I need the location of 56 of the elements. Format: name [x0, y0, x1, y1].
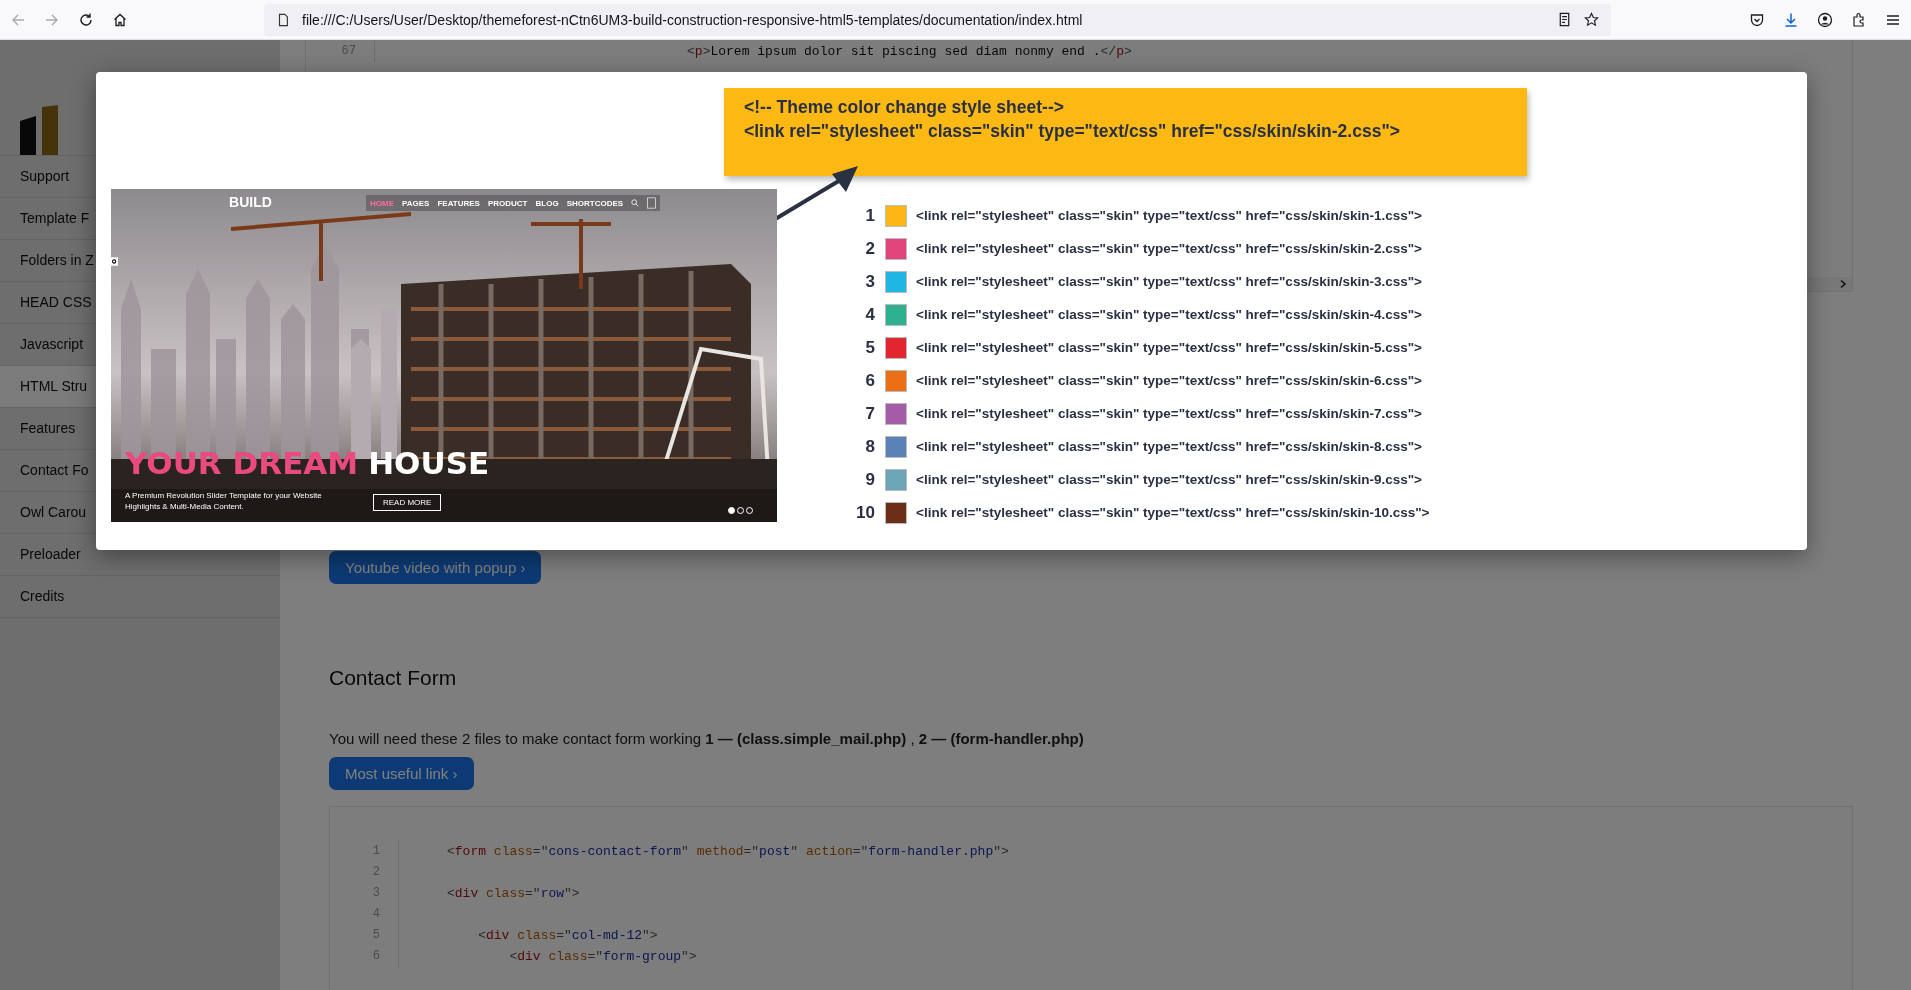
code-line: <div class="row"> [447, 886, 580, 901]
skin-number: 5 [864, 337, 875, 358]
nav-link[interactable]: PAGES [402, 198, 430, 208]
code-line: <div class="form-group"> [508, 949, 697, 964]
skin-number: 10 [855, 502, 875, 523]
skin-number: 8 [864, 436, 875, 457]
most-useful-link-button[interactable]: Most useful link › [329, 757, 474, 790]
skin-number: 6 [864, 370, 875, 391]
skin-number: 2 [864, 238, 875, 259]
site-logo: BUILD [229, 194, 272, 210]
reload-icon[interactable] [78, 11, 94, 28]
section-text: You will need these 2 files to make contact form working 1 — (class.simple_mail.php) , 2 — (form-handler.php) [329, 730, 1085, 747]
address-bar[interactable]: file:///C:/Users/User/Desktop/themeforest-nCtn6UM3-build-construction-responsive-html5-templates/documentation/index.html [264, 3, 1611, 36]
account-icon[interactable] [1817, 11, 1833, 28]
skin-code: <link rel="stylesheet" class="skin" type="text/css" href="css/skin/skin-10.css"> [916, 505, 1430, 520]
youtube-video-button[interactable]: Youtube video with popup › [329, 551, 542, 584]
home-icon[interactable] [112, 11, 128, 28]
skin-code: <link rel="stylesheet" class="skin" type="text/css" href="css/skin/skin-3.css"> [916, 274, 1422, 289]
page-icon [276, 12, 290, 27]
skin-code: <link rel="stylesheet" class="skin" type="text/css" href="css/skin/skin-7.css"> [916, 406, 1422, 421]
skin-code: <link rel="stylesheet" class="skin" type="text/css" href="css/skin/skin-6.css"> [916, 373, 1422, 388]
buildings-logo-icon [20, 105, 58, 155]
slider-dot[interactable] [728, 507, 735, 514]
code-line: <form class="cons-contact-form" method="post" action="form-handler.php"> [447, 844, 1009, 859]
headline: HOUSE [368, 445, 490, 481]
settings-icon[interactable] [111, 257, 118, 266]
nav-link[interactable]: FEATURES [437, 198, 480, 208]
section-heading: Contact Form [329, 666, 458, 690]
skin-code: <link rel="stylesheet" class="skin" type="text/css" href="css/skin/skin-2.css"> [916, 241, 1422, 256]
bookmark-star-icon[interactable] [1584, 12, 1599, 27]
reader-view-icon[interactable] [1557, 12, 1572, 27]
skin-code: <link rel="stylesheet" class="skin" type="text/css" href="css/skin/skin-8.css"> [916, 439, 1422, 454]
skin-number: 4 [864, 304, 875, 325]
callout-code: <link rel="stylesheet" class="skin" type="text/css" href="css/skin/skin-2.css"> [744, 121, 1401, 142]
callout-comment: <!-- Theme color change style sheet--> [744, 97, 1065, 118]
skin-code: <link rel="stylesheet" class="skin" type="text/css" href="css/skin/skin-1.css"> [916, 208, 1422, 223]
skin-number: 1 [864, 205, 875, 226]
skin-code: <link rel="stylesheet" class="skin" type="text/css" href="css/skin/skin-4.css"> [916, 307, 1422, 322]
skin-number: 9 [864, 469, 875, 490]
hero-subtitle: A Premium Revolution Slider Template for your Website Highlights & Multi-Media Content. [125, 490, 323, 512]
code-line: <div class="col-md-12"> [477, 928, 658, 943]
nav-link[interactable]: PRODUCT [487, 198, 528, 208]
skin-code: <link rel="stylesheet" class="skin" type="text/css" href="css/skin/skin-9.css"> [916, 472, 1422, 487]
download-icon[interactable] [1783, 11, 1799, 28]
bag-icon[interactable] [647, 197, 657, 209]
skin-code: <link rel="stylesheet" class="skin" type="text/css" href="css/skin/skin-5.css"> [916, 340, 1422, 355]
skin-number: 7 [864, 403, 875, 424]
scroll-right-icon[interactable] [1838, 279, 1848, 289]
pocket-icon[interactable] [1749, 11, 1765, 28]
code-line: <p>Lorem ipsum dolor sit piscing sed diam nonmy end .</p> [687, 44, 1132, 59]
nav-link[interactable]: BLOG [535, 198, 559, 208]
search-icon[interactable] [631, 199, 640, 207]
nav-link[interactable]: SHORTCODES [566, 198, 624, 208]
skin-number: 3 [864, 271, 875, 292]
read-more-button[interactable]: READ MORE [373, 494, 442, 511]
extensions-icon[interactable] [1851, 11, 1867, 28]
